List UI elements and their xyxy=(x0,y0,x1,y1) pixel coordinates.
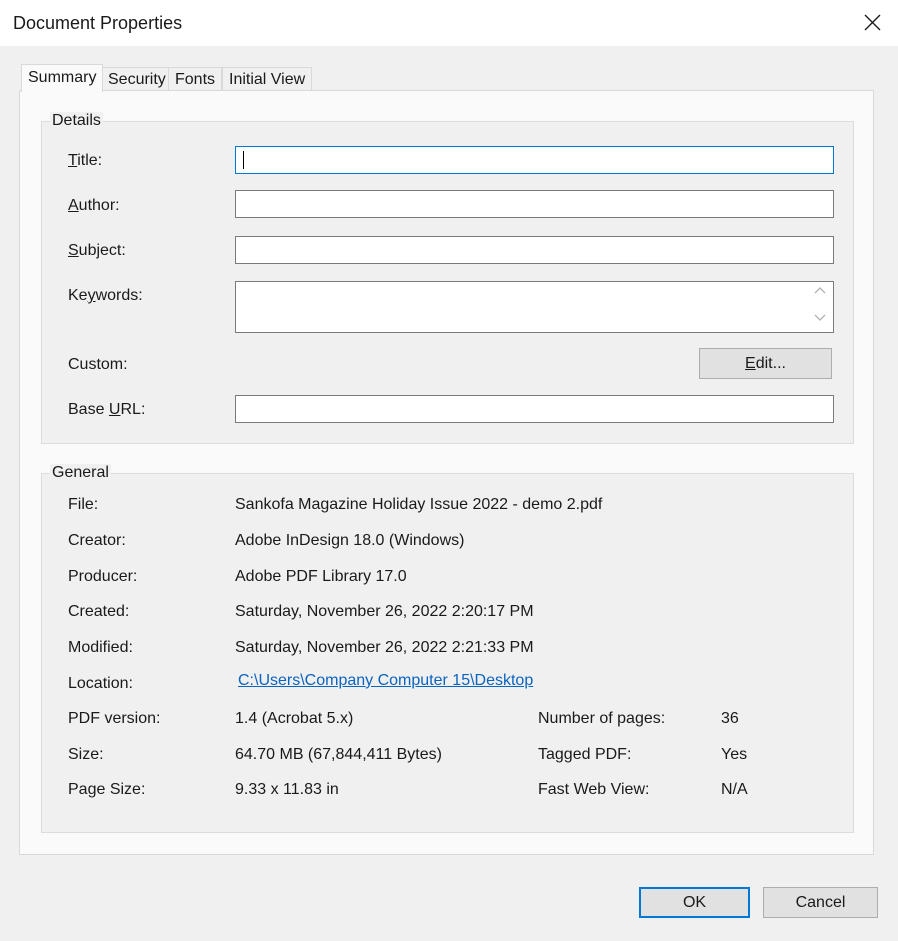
tab-fonts-label: Fonts xyxy=(175,71,216,88)
title-field[interactable] xyxy=(235,146,834,174)
producer-value: Adobe PDF Library 17.0 xyxy=(235,568,407,585)
file-label: File: xyxy=(68,496,99,513)
general-legend: General xyxy=(50,464,111,482)
pdf-version-value: 1.4 (Acrobat 5.x) xyxy=(235,710,354,727)
fast-web-view-label: Fast Web View: xyxy=(538,781,650,798)
num-pages-value: 36 xyxy=(721,710,739,727)
tab-fonts[interactable]: Fonts xyxy=(168,67,223,91)
ok-button[interactable]: OK xyxy=(639,887,750,918)
edit-button[interactable]: Edit... xyxy=(699,348,832,379)
page-size-value: 9.33 x 11.83 in xyxy=(235,781,339,798)
tab-initial-view[interactable]: Initial View xyxy=(222,67,313,91)
creator-label: Creator: xyxy=(68,532,126,549)
tab-security[interactable]: Security xyxy=(101,67,173,91)
details-group: Details Title: Author: Subject: Keywords… xyxy=(41,112,854,444)
created-label: Created: xyxy=(68,603,130,620)
tab-summary-label: Summary xyxy=(28,69,97,86)
base-url-label: Base URL: xyxy=(68,401,146,418)
tab-summary[interactable]: Summary xyxy=(21,64,104,92)
chevron-down-icon[interactable] xyxy=(814,312,826,325)
tagged-pdf-value: Yes xyxy=(721,746,748,763)
subject-label: Subject: xyxy=(68,242,126,259)
cancel-button[interactable]: Cancel xyxy=(763,887,878,918)
custom-label: Custom: xyxy=(68,356,128,373)
modified-label: Modified: xyxy=(68,639,133,656)
keywords-field[interactable] xyxy=(235,281,834,333)
pdf-version-label: PDF version: xyxy=(68,710,161,727)
producer-label: Producer: xyxy=(68,568,138,585)
chevron-up-icon[interactable] xyxy=(814,286,826,299)
title-label: Title: xyxy=(68,152,103,169)
size-label: Size: xyxy=(68,746,104,763)
general-group: General File: Sankofa Magazine Holiday I… xyxy=(41,464,854,833)
location-label: Location: xyxy=(68,675,133,692)
tab-security-label: Security xyxy=(108,71,166,88)
text-caret xyxy=(243,151,244,169)
window-title: Document Properties xyxy=(13,13,183,33)
fast-web-view-value: N/A xyxy=(721,781,748,798)
creator-value: Adobe InDesign 18.0 (Windows) xyxy=(235,532,465,549)
num-pages-label: Number of pages: xyxy=(538,710,666,727)
tab-initial-view-label: Initial View xyxy=(229,71,306,88)
page-size-label: Page Size: xyxy=(68,781,146,798)
keywords-label: Keywords: xyxy=(68,287,143,304)
tagged-pdf-label: Tagged PDF: xyxy=(538,746,632,763)
size-value: 64.70 MB (67,844,411 Bytes) xyxy=(235,746,442,763)
created-value: Saturday, November 26, 2022 2:20:17 PM xyxy=(235,603,534,620)
subject-field[interactable] xyxy=(235,236,834,264)
details-legend: Details xyxy=(50,112,103,130)
close-button[interactable] xyxy=(858,6,888,38)
author-field[interactable] xyxy=(235,190,834,218)
title-bar: Document Properties xyxy=(0,0,898,46)
base-url-field[interactable] xyxy=(235,395,834,423)
modified-value: Saturday, November 26, 2022 2:21:33 PM xyxy=(235,639,534,656)
summary-panel: Details Title: Author: Subject: Keywords… xyxy=(19,90,874,855)
file-value: Sankofa Magazine Holiday Issue 2022 - de… xyxy=(235,496,603,513)
close-icon xyxy=(864,14,881,31)
location-link[interactable]: C:\Users\Company Computer 15\Desktop xyxy=(238,672,533,690)
author-label: Author: xyxy=(68,197,120,214)
keywords-scrollbar[interactable] xyxy=(807,282,833,332)
